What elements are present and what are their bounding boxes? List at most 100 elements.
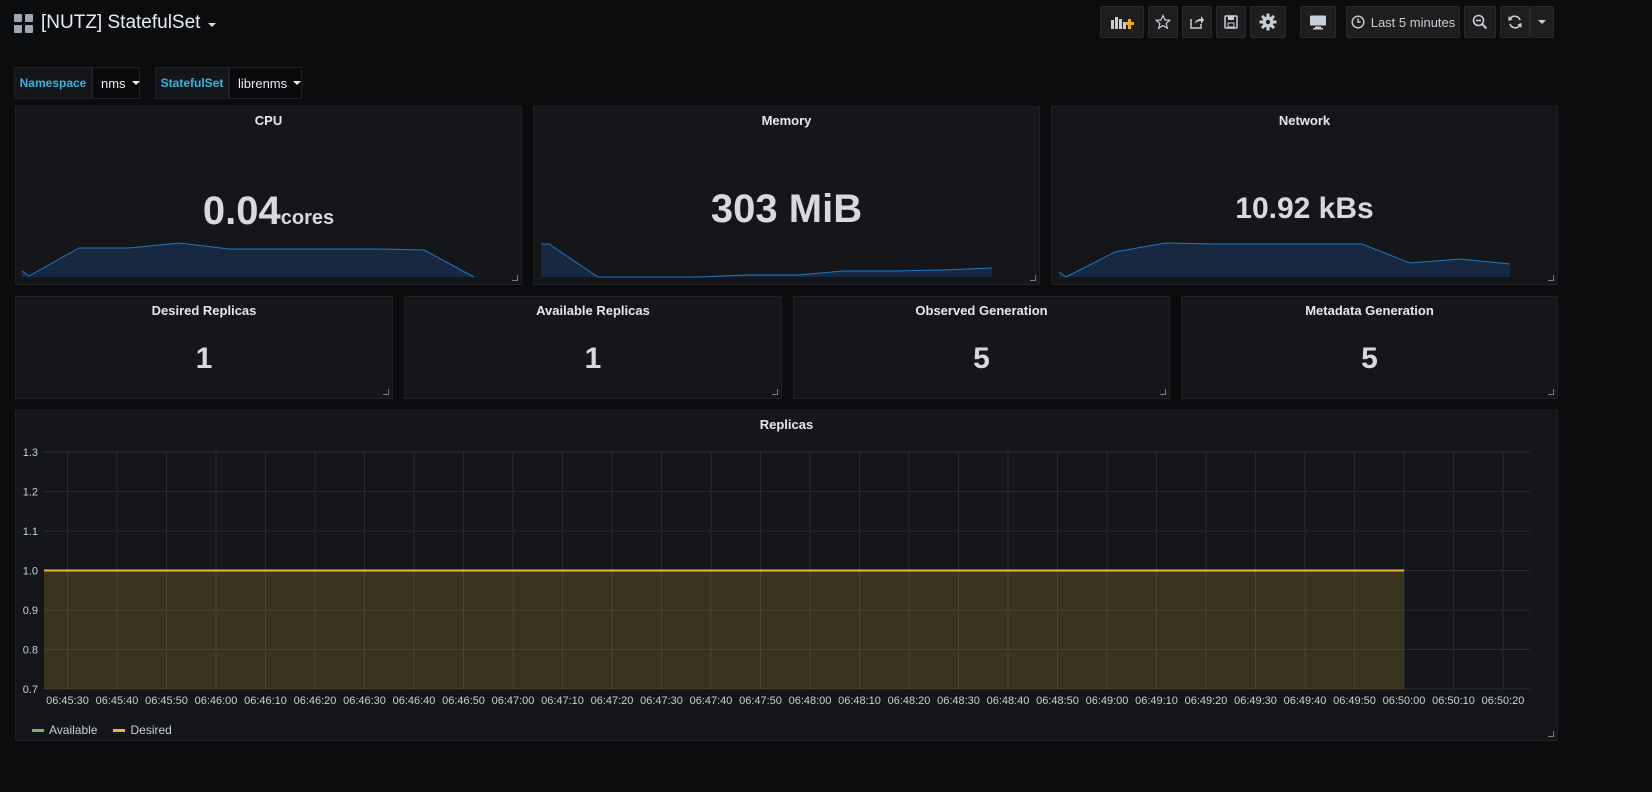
chevron-down-icon [131, 81, 140, 85]
cpu-stat-value: 0.04cores [16, 189, 521, 234]
x-tick-label: 06:48:40 [987, 695, 1030, 707]
add-panel-button[interactable] [1100, 6, 1144, 38]
legend-item-available[interactable]: Available [32, 723, 97, 737]
replicas-legend: Available Desired [32, 723, 172, 737]
observed-generation-value: 5 [973, 342, 990, 375]
gear-icon [1259, 13, 1277, 31]
x-tick-label: 06:49:10 [1135, 695, 1178, 707]
cpu-unit: cores [280, 207, 335, 229]
x-tick-label: 06:50:00 [1383, 695, 1426, 707]
resize-handle[interactable] [383, 389, 389, 395]
available-replicas-value: 1 [584, 342, 602, 375]
chevron-down-icon [208, 23, 217, 27]
cpu-panel[interactable]: CPU 0.04cores [15, 106, 522, 285]
settings-button[interactable] [1250, 6, 1286, 38]
network-panel[interactable]: Network 10.92 kBs [1051, 106, 1558, 285]
star-icon [1155, 14, 1171, 30]
x-tick-label: 06:47:30 [640, 695, 683, 707]
x-tick-label: 06:49:00 [1086, 695, 1129, 707]
dashboard-title: [NUTZ] StatefulSet [41, 12, 201, 33]
variable-namespace-value: nms [101, 75, 126, 91]
metadata-generation-value: 5 [1361, 342, 1378, 375]
network-panel-title[interactable]: Network [1052, 113, 1557, 128]
x-tick-label: 06:48:30 [937, 695, 980, 707]
variable-namespace-select[interactable]: nms [92, 67, 140, 99]
y-tick-label: 0.8 [23, 645, 38, 657]
x-tick-label: 06:48:00 [789, 695, 832, 707]
x-tick-label: 06:45:30 [46, 695, 89, 707]
refresh-icon [1508, 15, 1522, 29]
memory-panel[interactable]: Memory 303 MiB [533, 106, 1040, 285]
variable-statefulset-select[interactable]: librenms [229, 67, 302, 99]
star-button[interactable] [1148, 6, 1178, 38]
time-picker-button[interactable]: Last 5 minutes [1346, 6, 1460, 38]
memory-stat-value: 303 MiB [710, 187, 863, 231]
resize-handle[interactable] [772, 389, 778, 395]
cpu-panel-title[interactable]: CPU [16, 113, 521, 128]
legend-swatch-available [32, 728, 44, 732]
memory-sparkline [541, 243, 993, 278]
refresh-button[interactable] [1500, 6, 1530, 38]
share-button[interactable] [1182, 6, 1212, 38]
clock-icon [1351, 15, 1365, 29]
memory-panel-title[interactable]: Memory [534, 113, 1039, 128]
x-tick-label: 06:47:10 [541, 695, 584, 707]
zoom-out-button[interactable] [1464, 6, 1496, 38]
chevron-down-icon [1538, 20, 1546, 24]
network-sparkline [1058, 242, 1511, 278]
resize-handle[interactable] [512, 275, 518, 281]
x-tick-label: 06:48:20 [888, 695, 931, 707]
x-tick-label: 06:49:40 [1284, 695, 1327, 707]
y-tick-label: 1.3 [23, 447, 38, 459]
resize-handle[interactable] [1548, 731, 1554, 737]
network-stat-value: 10.92 kBs [1235, 192, 1374, 225]
replicas-chart[interactable]: 1.3 1.2 1.1 1.0 0.9 0.8 0.7 06:45:30 06:45:40 06:… [16, 411, 1557, 711]
zoom-out-icon [1472, 14, 1488, 30]
save-icon [1224, 15, 1238, 29]
dashboard-title-button[interactable]: [NUTZ] StatefulSet [14, 10, 217, 36]
save-button[interactable] [1216, 6, 1246, 38]
x-tick-label: 06:49:30 [1234, 695, 1277, 707]
x-tick-label: 06:45:50 [145, 695, 188, 707]
available-replicas-panel[interactable]: Available Replicas 1 [404, 296, 782, 399]
view-mode-button[interactable] [1300, 6, 1336, 38]
metadata-generation-title[interactable]: Metadata Generation [1182, 303, 1557, 318]
legend-label-desired: Desired [130, 723, 172, 737]
x-tick-label: 06:50:20 [1482, 695, 1525, 707]
cpu-sparkline [21, 242, 475, 278]
replicas-panel[interactable]: Replicas 1.3 1.2 1.1 1.0 0.9 0.8 0.7 06:45:30 06… [15, 410, 1558, 741]
y-tick-label: 1.2 [23, 487, 38, 499]
monitor-icon [1310, 15, 1326, 30]
legend-label-available: Available [49, 723, 98, 737]
cpu-value: 0.04 [202, 189, 281, 233]
legend-swatch-desired [113, 728, 126, 732]
variable-statefulset-label: StatefulSet [155, 67, 229, 99]
x-tick-label: 06:45:40 [96, 695, 139, 707]
observed-generation-title[interactable]: Observed Generation [794, 303, 1169, 318]
x-tick-label: 06:49:20 [1185, 695, 1228, 707]
x-tick-label: 06:48:50 [1036, 695, 1079, 707]
desired-replicas-value: 1 [195, 342, 213, 375]
x-tick-label: 06:46:30 [343, 695, 386, 707]
y-tick-label: 1.0 [23, 566, 38, 578]
desired-replicas-panel[interactable]: Desired Replicas 1 [15, 296, 393, 399]
time-range-label: Last 5 minutes [1370, 14, 1456, 30]
desired-replicas-title[interactable]: Desired Replicas [16, 303, 392, 318]
metadata-generation-panel[interactable]: Metadata Generation 5 [1181, 296, 1558, 399]
available-replicas-title[interactable]: Available Replicas [405, 303, 781, 318]
x-tick-label: 06:46:00 [195, 695, 238, 707]
observed-generation-panel[interactable]: Observed Generation 5 [793, 296, 1170, 399]
x-tick-label: 06:47:20 [591, 695, 634, 707]
chevron-down-icon [293, 81, 302, 85]
refresh-interval-dropdown[interactable] [1530, 6, 1554, 38]
resize-handle[interactable] [1160, 389, 1166, 395]
y-tick-label: 0.9 [23, 605, 38, 617]
x-tick-label: 06:47:00 [492, 695, 535, 707]
resize-handle[interactable] [1548, 275, 1554, 281]
dashboard-grid-icon [14, 13, 33, 33]
resize-handle[interactable] [1548, 389, 1554, 395]
x-tick-label: 06:49:50 [1333, 695, 1376, 707]
x-tick-label: 06:46:40 [393, 695, 436, 707]
resize-handle[interactable] [1030, 275, 1036, 281]
legend-item-desired[interactable]: Desired [113, 723, 172, 737]
